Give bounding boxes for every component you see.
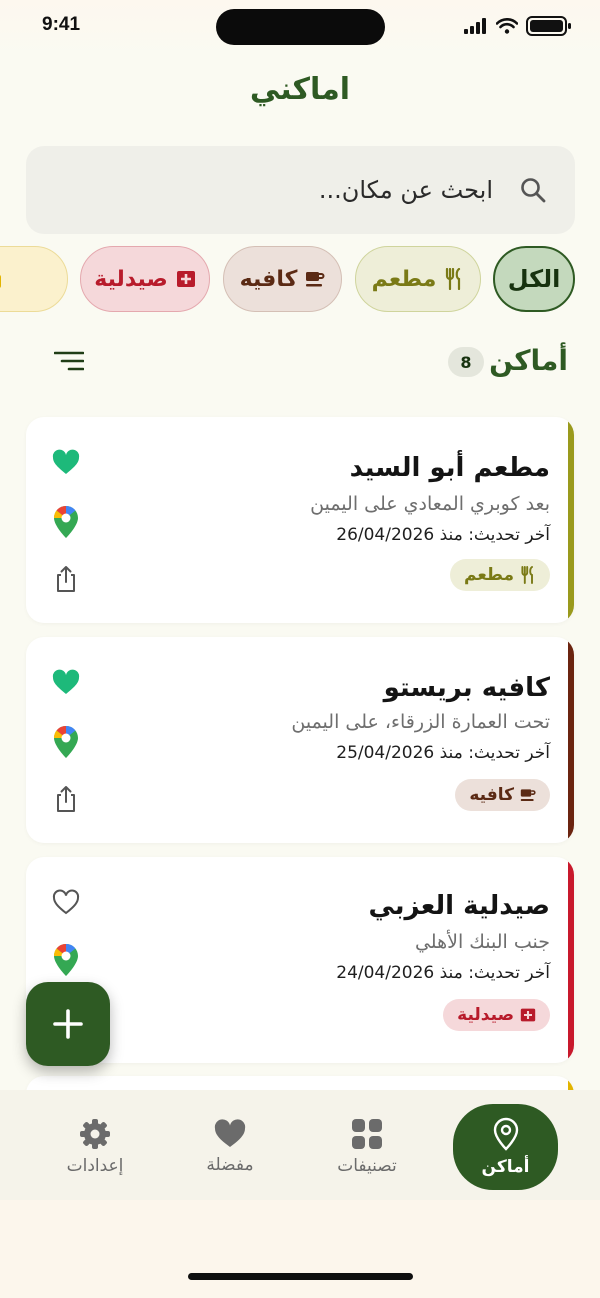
place-address: جنب البنك الأهلي bbox=[414, 931, 550, 953]
place-updated: آخر تحديث: منذ 25/04/2026 bbox=[336, 743, 550, 763]
dynamic-island bbox=[216, 9, 385, 45]
sort-filter-icon[interactable] bbox=[54, 350, 84, 372]
status-bar: 9:41 bbox=[0, 0, 600, 54]
heart-icon bbox=[214, 1119, 246, 1147]
nav-item-settings[interactable]: إعدادات bbox=[50, 1104, 140, 1190]
place-address: بعد كوبري المعادي على اليمين bbox=[310, 493, 550, 515]
search-icon[interactable] bbox=[519, 176, 547, 204]
grid-icon bbox=[352, 1119, 382, 1149]
card-accent bbox=[568, 857, 574, 1063]
chip-label: الكل bbox=[507, 265, 561, 293]
chip-label: كافيه bbox=[239, 266, 298, 292]
heart-outline-icon[interactable] bbox=[52, 889, 80, 917]
status-time: 9:41 bbox=[42, 14, 81, 35]
place-address: تحت العمارة الزرقاء، على اليمين bbox=[291, 711, 550, 733]
google-maps-pin-icon[interactable] bbox=[52, 505, 80, 539]
places-count-badge: 8 bbox=[448, 347, 484, 377]
medical-cross-icon bbox=[520, 1008, 536, 1022]
status-icons bbox=[464, 16, 572, 36]
card-accent bbox=[568, 637, 574, 843]
app-title: اماكني bbox=[249, 72, 351, 107]
chip-restaurant[interactable]: مطعم bbox=[355, 246, 481, 312]
place-updated: آخر تحديث: منذ 24/04/2026 bbox=[336, 963, 550, 983]
place-card[interactable]: كافيه بريستو تحت العمارة الزرقاء، على ال… bbox=[26, 637, 574, 843]
tag-label: كافيه bbox=[469, 785, 514, 805]
share-icon[interactable] bbox=[52, 785, 80, 813]
cellular-signal-icon bbox=[464, 18, 486, 34]
category-tag: صيدلية bbox=[443, 999, 550, 1031]
plus-icon bbox=[53, 1009, 83, 1039]
category-chips: الكل مطعم كافيه صيدلية bbox=[0, 246, 600, 314]
chip-label: صيدلية bbox=[94, 266, 168, 292]
fork-knife-icon bbox=[446, 268, 461, 290]
section-title: أماكن bbox=[489, 344, 568, 377]
nav-label: أماكن bbox=[481, 1157, 530, 1177]
category-tag: مطعم bbox=[449, 559, 550, 591]
chip-shop[interactable]: سو bbox=[0, 246, 68, 312]
place-card[interactable]: مطعم أبو السيد بعد كوبري المعادي على الي… bbox=[26, 417, 574, 623]
battery-icon bbox=[526, 16, 571, 36]
nav-label: مفضلة bbox=[206, 1155, 254, 1175]
chip-pharmacy[interactable]: صيدلية bbox=[80, 246, 210, 312]
share-icon[interactable] bbox=[52, 565, 80, 593]
medical-cross-icon bbox=[176, 271, 195, 287]
tag-label: صيدلية bbox=[457, 1005, 514, 1025]
tag-label: مطعم bbox=[463, 565, 514, 585]
place-name: مطعم أبو السيد bbox=[349, 453, 550, 483]
heart-filled-icon[interactable] bbox=[52, 669, 80, 697]
nav-item-favorites[interactable]: مفضلة bbox=[185, 1104, 275, 1190]
add-place-button[interactable] bbox=[26, 982, 110, 1066]
chip-all[interactable]: الكل bbox=[493, 246, 575, 312]
search-box[interactable] bbox=[26, 146, 575, 234]
screen: 9:41 اماكني ابحث عن مكان... الكل مطعم كا… bbox=[0, 0, 600, 1298]
category-tag: كافيه bbox=[455, 779, 550, 811]
nav-item-categories[interactable]: تصنيفات bbox=[322, 1104, 412, 1190]
chip-label: مطعم bbox=[371, 266, 437, 292]
fork-knife-icon bbox=[521, 566, 533, 584]
place-updated: آخر تحديث: منذ 26/04/2026 bbox=[336, 525, 550, 545]
nav-item-places[interactable]: أماكن bbox=[453, 1104, 558, 1190]
wifi-icon bbox=[496, 18, 518, 34]
bottom-nav: أماكن تصنيفات مفضلة إعدادات bbox=[0, 1090, 600, 1200]
place-name: صيدلية العزبي bbox=[368, 891, 550, 921]
map-pin-icon bbox=[493, 1117, 518, 1151]
heart-filled-icon[interactable] bbox=[52, 449, 80, 477]
search-input[interactable] bbox=[93, 146, 493, 234]
coffee-cup-icon bbox=[520, 789, 536, 801]
card-accent bbox=[568, 417, 574, 623]
home-indicator bbox=[188, 1273, 413, 1280]
shopping-bag-icon bbox=[0, 275, 2, 288]
google-maps-pin-icon[interactable] bbox=[52, 725, 80, 759]
place-name: كافيه بريستو bbox=[383, 673, 550, 703]
coffee-cup-icon bbox=[306, 272, 325, 287]
chip-cafe[interactable]: كافيه bbox=[223, 246, 342, 312]
google-maps-pin-icon[interactable] bbox=[52, 943, 80, 977]
nav-label: إعدادات bbox=[66, 1156, 124, 1176]
gear-icon bbox=[80, 1119, 110, 1149]
nav-label: تصنيفات bbox=[337, 1156, 397, 1176]
